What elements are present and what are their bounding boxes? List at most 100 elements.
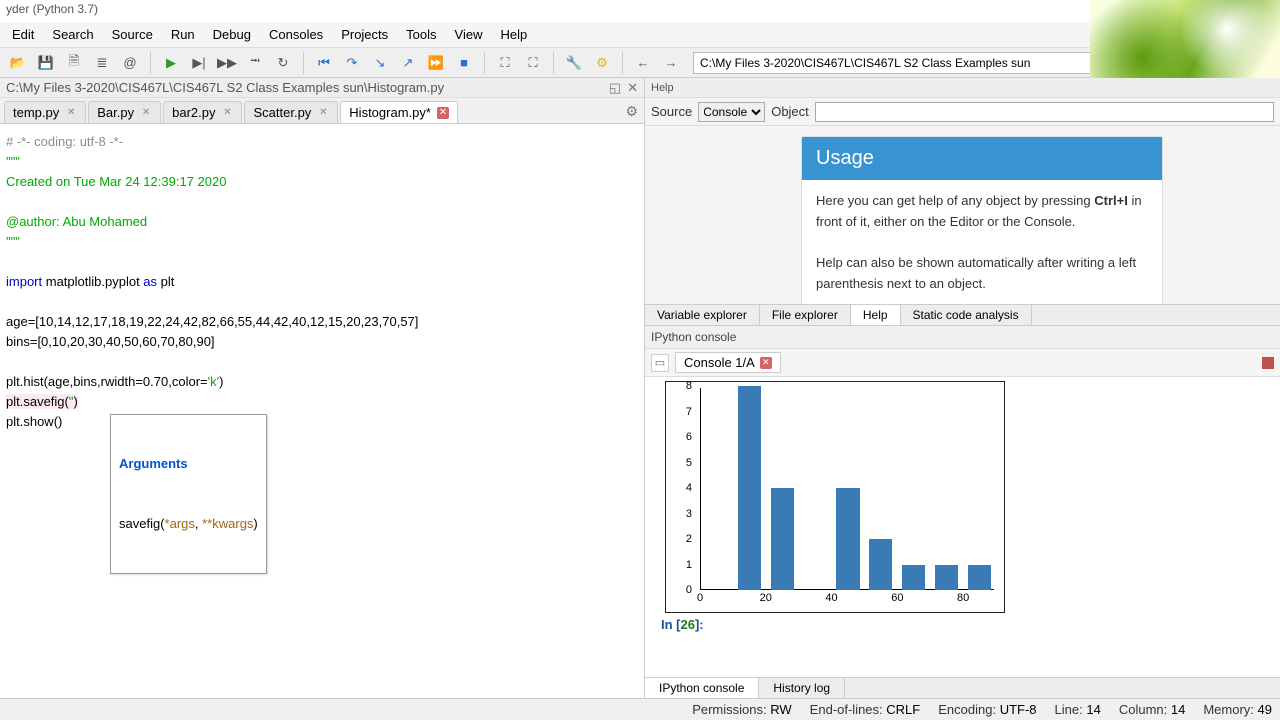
menu-tools[interactable]: Tools — [398, 24, 444, 45]
at-icon[interactable]: @ — [118, 51, 142, 75]
save-all-icon[interactable]: 🗎 — [62, 51, 86, 75]
tab-temp[interactable]: temp.py ✕ — [4, 101, 86, 123]
console-tab[interactable]: Console 1/A ✕ — [675, 352, 781, 373]
bar — [935, 565, 958, 591]
tab-label: Bar.py — [97, 105, 134, 120]
tooltip-sig: ) — [253, 516, 257, 531]
debug-first-icon[interactable]: ⏮ — [312, 51, 336, 75]
pythonpath-icon[interactable]: ⚙ — [590, 51, 614, 75]
tab-label: Scatter.py — [253, 105, 311, 120]
help-text: Here you can get help of any object by p… — [816, 193, 1094, 208]
close-icon[interactable]: ✕ — [760, 357, 772, 369]
run-cell-icon[interactable]: ▶| — [187, 51, 211, 75]
tooltip-title: Arguments — [119, 455, 258, 473]
step-in-icon[interactable]: ↘ — [368, 51, 392, 75]
run-cell-advance-icon[interactable]: ▶▶ — [215, 51, 239, 75]
tab-help[interactable]: Help — [851, 305, 901, 325]
object-label: Object — [771, 104, 809, 119]
help-text: Help can also be shown automatically aft… — [816, 255, 1136, 291]
menu-source[interactable]: Source — [104, 24, 161, 45]
console-output[interactable]: 012345678 020406080 In [26]: — [645, 377, 1280, 677]
source-select[interactable]: Console — [698, 102, 765, 122]
tab-variable-explorer[interactable]: Variable explorer — [645, 305, 760, 325]
code-text: matplotlib.pyplot — [42, 274, 143, 289]
open-icon[interactable]: 📂 — [6, 51, 30, 75]
close-icon[interactable]: ✕ — [221, 107, 233, 119]
menu-view[interactable]: View — [447, 24, 491, 45]
maximize-pane-icon[interactable]: ⛶ — [493, 51, 517, 75]
code-line: # -*- coding: utf-8 -*- — [6, 134, 123, 149]
code-line: """ — [6, 234, 20, 249]
pane-close-icon[interactable]: ✕ — [627, 80, 638, 96]
tab-histogram[interactable]: Histogram.py* ✕ — [340, 101, 458, 123]
close-icon[interactable]: ✕ — [65, 107, 77, 119]
stop-debug-icon[interactable]: ■ — [452, 51, 476, 75]
interrupt-kernel-icon[interactable] — [1262, 357, 1274, 369]
tab-scatter[interactable]: Scatter.py ✕ — [244, 101, 338, 123]
toolbar: 📂 💾 🗎 ≣ @ ▶ ▶| ▶▶ ⭲ ↻ ⏮ ↷ ↘ ↗ ⏩ ■ ⛶ ⛶ 🔧 … — [0, 48, 1280, 78]
right-pane: Help Source Console Object Usage Here yo… — [645, 78, 1280, 698]
browse-tabs-icon[interactable]: ▭ — [651, 354, 669, 372]
close-icon[interactable]: ✕ — [437, 107, 449, 119]
bar — [738, 386, 761, 590]
tab-static-analysis[interactable]: Static code analysis — [901, 305, 1032, 325]
code-kw: import — [6, 274, 42, 289]
rerun-icon[interactable]: ↻ — [271, 51, 295, 75]
status-value: 14 — [1171, 702, 1185, 717]
tab-bar2[interactable]: bar2.py ✕ — [163, 101, 242, 123]
source-label: Source — [651, 104, 692, 119]
ipython-prompt[interactable]: In [26]: — [655, 613, 1270, 643]
help-usage-card: Usage Here you can get help of any objec… — [801, 136, 1163, 304]
tooltip-sig: savefig( — [119, 516, 165, 531]
prompt-num: 26 — [681, 617, 695, 632]
menu-consoles[interactable]: Consoles — [261, 24, 331, 45]
back-icon[interactable]: ← — [631, 51, 655, 75]
menu-projects[interactable]: Projects — [333, 24, 396, 45]
statusbar: Permissions: RW End-of-lines: CRLF Encod… — [0, 698, 1280, 720]
run-icon[interactable]: ▶ — [159, 51, 183, 75]
step-out-icon[interactable]: ↗ — [396, 51, 420, 75]
tab-ipython-console[interactable]: IPython console — [645, 678, 759, 698]
fullscreen-icon[interactable]: ⛶ — [521, 51, 545, 75]
run-selection-icon[interactable]: ⭲ — [243, 51, 267, 75]
pane-undock-icon[interactable]: ◱ — [609, 80, 621, 96]
window-title: yder (Python 3.7) — [0, 0, 1280, 22]
close-icon[interactable]: ✕ — [317, 107, 329, 119]
tab-bar[interactable]: Bar.py ✕ — [88, 101, 161, 123]
continue-icon[interactable]: ⏩ — [424, 51, 448, 75]
menu-search[interactable]: Search — [44, 24, 101, 45]
menu-run[interactable]: Run — [163, 24, 203, 45]
help-card-title: Usage — [802, 137, 1162, 180]
prompt-close: ]: — [695, 617, 704, 632]
menu-edit[interactable]: Edit — [4, 24, 42, 45]
status-value: UTF-8 — [1000, 702, 1037, 717]
code-line: age=[10,14,12,17,18,19,22,24,42,82,66,55… — [6, 314, 418, 329]
object-input[interactable] — [815, 102, 1274, 122]
close-icon[interactable]: ✕ — [140, 107, 152, 119]
menu-debug[interactable]: Debug — [205, 24, 259, 45]
list-icon[interactable]: ≣ — [90, 51, 114, 75]
status-label: Column: — [1119, 702, 1167, 717]
help-toolbar: Source Console Object — [645, 98, 1280, 126]
tab-history-log[interactable]: History log — [759, 678, 845, 698]
status-label: Encoding: — [938, 702, 996, 717]
step-over-icon[interactable]: ↷ — [340, 51, 364, 75]
status-label: End-of-lines: — [810, 702, 883, 717]
forward-icon[interactable]: → — [659, 51, 683, 75]
code-kw: as — [143, 274, 157, 289]
preferences-icon[interactable]: 🔧 — [562, 51, 586, 75]
histogram-plot: 012345678 020406080 — [665, 381, 1005, 613]
tab-options-icon[interactable]: ⚙ — [625, 103, 638, 120]
tab-label: Histogram.py* — [349, 105, 431, 120]
tab-file-explorer[interactable]: File explorer — [760, 305, 851, 325]
status-value: RW — [770, 702, 791, 717]
save-icon[interactable]: 💾 — [34, 51, 58, 75]
code-text: ) — [219, 374, 223, 389]
tooltip-kwargs: **kwargs — [202, 516, 253, 531]
tab-label: bar2.py — [172, 105, 215, 120]
code-editor[interactable]: # -*- coding: utf-8 -*- """ Created on T… — [0, 124, 644, 698]
menu-help[interactable]: Help — [492, 24, 535, 45]
tab-label: temp.py — [13, 105, 59, 120]
code-line: plt.show() — [6, 414, 62, 429]
ipython-section-label: IPython console — [645, 326, 1280, 349]
